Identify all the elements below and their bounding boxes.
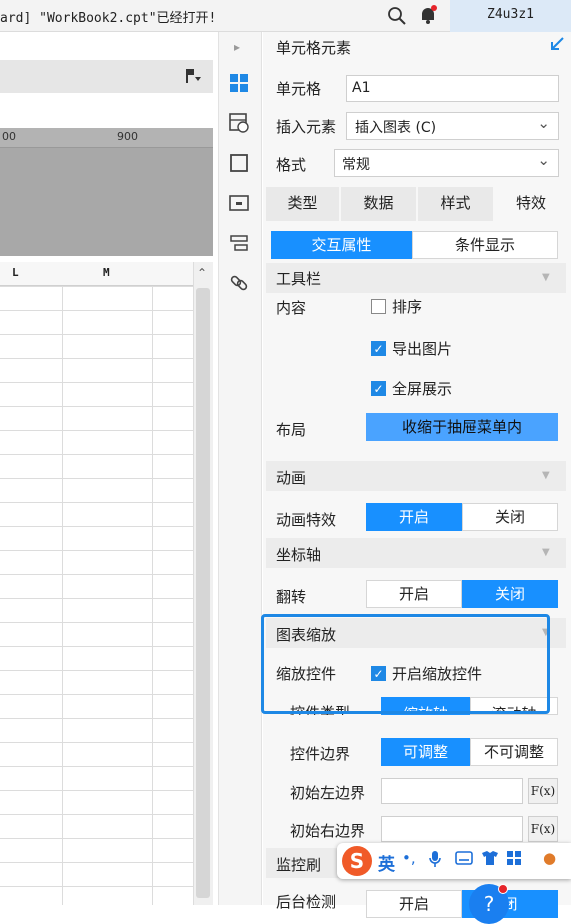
tab-data[interactable]: 数据: [341, 187, 416, 221]
column-header-l[interactable]: L: [12, 266, 19, 279]
ime-toolbar[interactable]: [337, 843, 571, 879]
background-check-label: 后台检测: [276, 893, 337, 911]
ime-logo-icon[interactable]: S: [342, 846, 372, 876]
initial-left-boundary-input[interactable]: [381, 778, 523, 804]
insert-element-label: 插入元素: [276, 118, 337, 136]
toolbox-icon[interactable]: [506, 850, 522, 866]
formula-button[interactable]: F(x): [528, 778, 558, 804]
column-header-m[interactable]: M: [103, 266, 110, 279]
cell-attribute-icon[interactable]: [228, 112, 250, 134]
panel-title: 单元格元素: [276, 39, 352, 57]
fullscreen-checkbox[interactable]: ✓: [371, 381, 386, 396]
microphone-icon[interactable]: [428, 850, 442, 868]
flip-label: 翻转: [276, 588, 307, 606]
formula-button[interactable]: F(x): [528, 816, 558, 842]
animation-off-button[interactable]: 关闭: [462, 503, 558, 531]
flip-off-button[interactable]: 关闭: [462, 580, 558, 608]
skin-icon[interactable]: [481, 850, 499, 866]
monitor-section-title: 监控刷: [276, 856, 322, 874]
monitor-on-button[interactable]: 开启: [366, 890, 462, 918]
cell-input-value: A1: [352, 80, 371, 96]
notification-bell-icon[interactable]: [417, 4, 439, 26]
frame-icon[interactable]: [228, 152, 250, 174]
cell-input[interactable]: A1: [346, 75, 559, 102]
tab-type[interactable]: 类型: [266, 187, 339, 221]
search-icon[interactable]: [387, 6, 407, 26]
condition-icon[interactable]: [228, 232, 250, 254]
boundary-adjustable-button[interactable]: 可调整: [381, 738, 470, 766]
control-boundary-label: 控件边界: [290, 745, 351, 763]
format-value: 常规: [342, 157, 370, 173]
format-label: 格式: [276, 156, 307, 174]
scroll-up-arrow-icon[interactable]: ⌃: [197, 266, 207, 280]
export-image-checkbox[interactable]: ✓: [371, 341, 386, 356]
cell-element-icon[interactable]: [228, 72, 250, 94]
ime-mascot-icon[interactable]: ●: [543, 849, 556, 867]
scrollbar-thumb[interactable]: [196, 288, 210, 898]
insert-element-value: 插入图表 (C): [355, 120, 437, 136]
cell-label: 单元格: [276, 80, 322, 98]
expand-arrow-icon[interactable]: ▸: [234, 40, 240, 54]
initial-left-boundary-label: 初始左边界: [290, 784, 366, 802]
sort-checkbox[interactable]: [371, 299, 386, 314]
collapse-caret-icon[interactable]: ▼: [542, 547, 550, 558]
ruler-tick-label: 900: [117, 130, 138, 143]
report-toolbar: [0, 60, 213, 93]
form-canvas[interactable]: [0, 148, 213, 256]
animation-on-button[interactable]: 开启: [366, 503, 462, 531]
sort-checkbox-label: 排序: [392, 298, 423, 316]
chevron-down-icon: ⌄: [537, 114, 550, 132]
notification-dot: [498, 884, 508, 894]
chevron-down-icon: ⌄: [537, 151, 550, 169]
tab-effects[interactable]: 特效: [495, 187, 567, 221]
ime-language-toggle[interactable]: 英: [378, 850, 395, 875]
flip-on-button[interactable]: 开启: [366, 580, 462, 608]
initial-right-boundary-label: 初始右边界: [290, 822, 366, 840]
axis-section-title: 坐标轴: [276, 546, 322, 564]
layout-select[interactable]: 收缩于抽屉菜单内: [366, 413, 558, 441]
format-painter-icon[interactable]: [184, 68, 202, 84]
format-select[interactable]: 常规 ⌄: [334, 149, 559, 177]
export-image-checkbox-label: 导出图片: [392, 340, 453, 358]
hyperlink-icon[interactable]: [228, 272, 250, 294]
boundary-fixed-button[interactable]: 不可调整: [470, 738, 558, 766]
horizontal-ruler: [0, 128, 213, 148]
widget-icon[interactable]: [228, 192, 250, 214]
insert-element-select[interactable]: 插入图表 (C) ⌄: [346, 112, 559, 140]
cell-grid[interactable]: [0, 286, 193, 905]
tab-style[interactable]: 样式: [418, 187, 493, 221]
collapse-caret-icon[interactable]: ▼: [542, 470, 550, 481]
content-label: 内容: [276, 299, 307, 317]
subtab-condition-display[interactable]: 条件显示: [412, 231, 558, 259]
initial-right-boundary-input[interactable]: [381, 816, 523, 842]
punctuation-icon[interactable]: •,: [402, 849, 416, 867]
user-account-label[interactable]: Z4u3z1: [450, 0, 571, 32]
animation-section-header[interactable]: [266, 461, 566, 491]
ruler-tick-label: 00: [2, 130, 16, 143]
animation-section-title: 动画: [276, 469, 307, 487]
window-title: ard] "WorkBook2.cpt"已经打开!: [0, 11, 217, 26]
animation-effect-label: 动画特效: [276, 511, 337, 529]
collapse-caret-icon[interactable]: ▼: [542, 272, 550, 283]
highlight-box: [261, 614, 550, 714]
fullscreen-checkbox-label: 全屏展示: [392, 380, 453, 398]
toolbar-section-title: 工具栏: [276, 270, 322, 288]
collapse-panel-icon[interactable]: [549, 36, 565, 52]
subtab-interaction[interactable]: 交互属性: [271, 231, 412, 259]
keyboard-icon[interactable]: [455, 851, 473, 865]
layout-label: 布局: [276, 421, 307, 439]
